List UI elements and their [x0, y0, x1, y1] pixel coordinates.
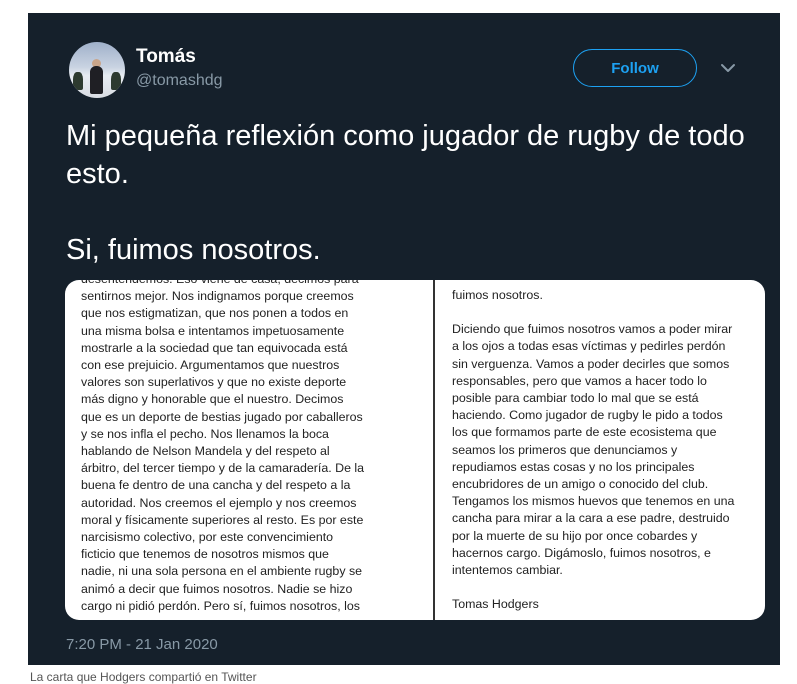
letter-signature: Tomas Hodgers [452, 597, 539, 612]
letter-line: encubridores de un amigo o conocido del … [452, 477, 709, 492]
tweet-image[interactable]: desentendemos. Eso viene de casa, decimo… [65, 280, 765, 620]
tweet-text-line: Mi pequeña reflexión como jugador de rug… [66, 120, 745, 190]
avatar-tree [73, 72, 83, 90]
image-caption: La carta que Hodgers compartió en Twitte… [30, 670, 257, 684]
letter-line: los que formamos parte de este ecosistem… [452, 425, 717, 440]
tweet-timestamp[interactable]: 7:20 PM - 21 Jan 2020 [66, 636, 218, 653]
letter-line: que es un deporte de bestias jugado por … [81, 409, 363, 424]
letter-line: con ese prejuicio. Argumentamos que nues… [81, 358, 340, 373]
letter-line: seamos los primeros que denunciamos y [452, 442, 678, 457]
avatar-tree [111, 72, 121, 90]
letter-line: por la muerte de su hijo por once cobard… [452, 528, 698, 543]
follow-button[interactable]: Follow [573, 49, 697, 87]
letter-line: moral y físicamente superiores al resto.… [81, 512, 364, 527]
author-name[interactable]: Tomás [136, 46, 196, 68]
letter-line: cargo ni pidió perdón. Pero sí, fuimos n… [81, 598, 360, 613]
letter-line: una misma bolsa e intentamos impetuosame… [81, 323, 345, 338]
letter-line: valores son superlativos y que no existe… [81, 375, 347, 390]
letter-line: nadie, ni una sola persona en el ambient… [81, 564, 363, 579]
letter-line: autoridad. Nos creemos el ejemplo y nos … [81, 495, 357, 510]
letter-line: haciendo. Como jugador de rugby le pido … [452, 408, 723, 423]
letter-line: mostrarle a la sociedad que tan equivoca… [81, 340, 348, 355]
letter-line: hablando de Nelson Mandela y del respeto… [81, 444, 330, 459]
letter-line: buena fe dentro de una cancha y del resp… [81, 478, 351, 493]
letter-line: repudiamos estas cosas y no los principa… [452, 459, 695, 474]
author-handle[interactable]: @tomashdg [136, 72, 223, 90]
letter-line: Diciendo que fuimos nosotros vamos a pod… [452, 322, 733, 337]
letter-line: que nos estigmatizan, que nos ponen a to… [81, 306, 349, 321]
letter-line: sin verguenza. Vamos a poder decirles qu… [452, 356, 730, 371]
tweet-text: Mi pequeña reflexión como jugador de rug… [66, 117, 746, 269]
letter-line: desentendemos. Eso viene de casa, decimo… [81, 280, 411, 288]
letter-left-column: desentendemos. Eso viene de casa, decimo… [81, 280, 411, 620]
letter-line: a los ojos a todas esas víctimas y pedir… [452, 339, 726, 354]
letter-line: responsables, pero que vamos a hacer tod… [452, 373, 707, 388]
letter-line: ficticio que tenemos de nosotros mismos … [81, 547, 329, 562]
letter-line: narcisismo colectivo, por este convencim… [81, 530, 334, 545]
letter-line: hacernos cargo. Digámoslo, fuimos nosotr… [452, 545, 711, 560]
column-divider [433, 280, 435, 620]
letter-line: Tengamos los mismos huevos que tenemos e… [452, 494, 735, 509]
follow-button-label: Follow [611, 59, 659, 77]
letter-line: y se nos infla el pecho. Nos llenamos la… [81, 426, 329, 441]
letter-right-column: fuimos nosotros. Diciendo que fuimos nos… [452, 287, 748, 613]
letter-line: posible para cambiar todo lo mal que se … [452, 391, 699, 406]
letter-line: árbitro, del tercer tiempo y de la camar… [81, 461, 365, 476]
letter-line: intentemos cambiar. [452, 563, 563, 578]
tweet-text-line: Si, fuimos nosotros. [66, 234, 321, 266]
letter-line: fuimos nosotros. [452, 288, 543, 302]
tweet-card: Tomás @tomashdg Follow Mi pequeña reflex… [28, 13, 780, 665]
letter-line: sentirnos mejor. Nos indignamos porque c… [81, 289, 354, 304]
letter-line: cancha para mirar a la cara a ese padre,… [452, 511, 730, 526]
chevron-down-icon[interactable] [720, 61, 736, 75]
avatar-person [90, 66, 103, 94]
letter-line: animó a decir que fuimos nosotros. Nadie… [81, 581, 353, 596]
avatar[interactable] [69, 42, 125, 98]
letter-line: más digno y honorable que el nuestro. De… [81, 392, 344, 407]
